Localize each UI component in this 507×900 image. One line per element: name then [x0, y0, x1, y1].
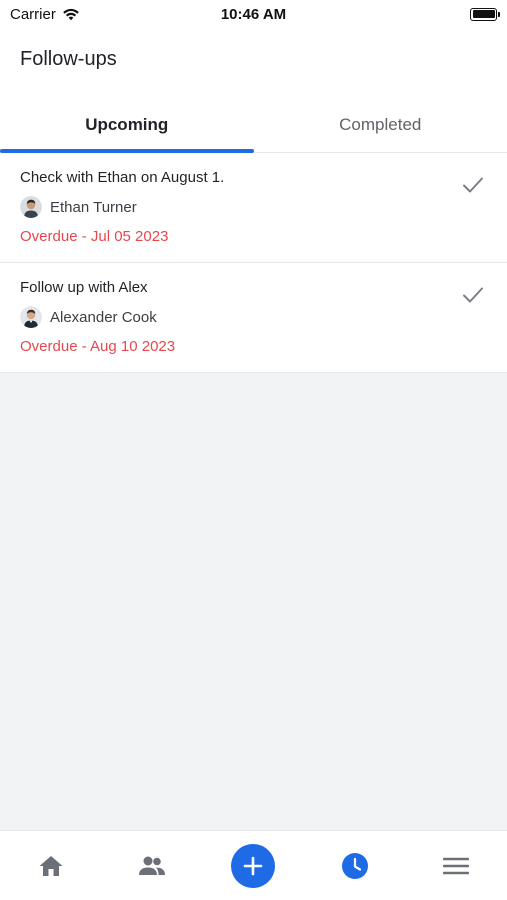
nav-home[interactable]: [26, 841, 76, 891]
tab-completed-label: Completed: [339, 115, 422, 134]
status-left: Carrier: [10, 6, 80, 23]
header: Follow-ups: [0, 28, 507, 98]
tab-completed[interactable]: Completed: [254, 98, 507, 152]
battery-icon: [470, 7, 500, 21]
carrier-label: Carrier: [10, 5, 56, 23]
tab-upcoming[interactable]: Upcoming: [0, 98, 254, 153]
nav-add[interactable]: [228, 841, 278, 891]
tab-upcoming-label: Upcoming: [85, 115, 169, 134]
checkmark-icon[interactable]: [461, 283, 485, 307]
followup-item[interactable]: Check with Ethan on August 1. Ethan Turn…: [0, 153, 507, 263]
wifi-icon: [63, 8, 79, 21]
nav-menu[interactable]: [431, 841, 481, 891]
followup-list: Check with Ethan on August 1. Ethan Turn…: [0, 153, 507, 373]
person-name: Ethan Turner: [50, 198, 137, 216]
nav-followups[interactable]: [330, 841, 380, 891]
clock-icon: [341, 852, 368, 879]
page-title: Follow-ups: [20, 48, 117, 70]
due-status: Overdue - Aug 10 2023: [20, 338, 176, 355]
add-icon: [244, 856, 263, 875]
nav-contacts[interactable]: [127, 841, 177, 891]
status-bar: Carrier 10:46 AM: [0, 0, 507, 28]
avatar: [20, 306, 42, 328]
menu-icon: [443, 857, 470, 874]
add-button[interactable]: [231, 843, 276, 888]
followup-item[interactable]: Follow up with Alex Alexander Cook Overd…: [0, 263, 507, 373]
followup-person: Alexander Cook: [20, 306, 487, 328]
person-name: Alexander Cook: [50, 308, 157, 326]
tab-bar: Upcoming Completed: [0, 98, 507, 153]
followup-person: Ethan Turner: [20, 196, 487, 218]
home-icon: [39, 855, 63, 876]
contacts-icon: [139, 856, 166, 875]
bottom-nav: [0, 830, 507, 900]
avatar: [20, 196, 42, 218]
followup-title: Check with Ethan on August 1.: [20, 169, 225, 186]
followup-title: Follow up with Alex: [20, 279, 148, 296]
due-status: Overdue - Jul 05 2023: [20, 228, 169, 245]
checkmark-icon[interactable]: [461, 173, 485, 197]
